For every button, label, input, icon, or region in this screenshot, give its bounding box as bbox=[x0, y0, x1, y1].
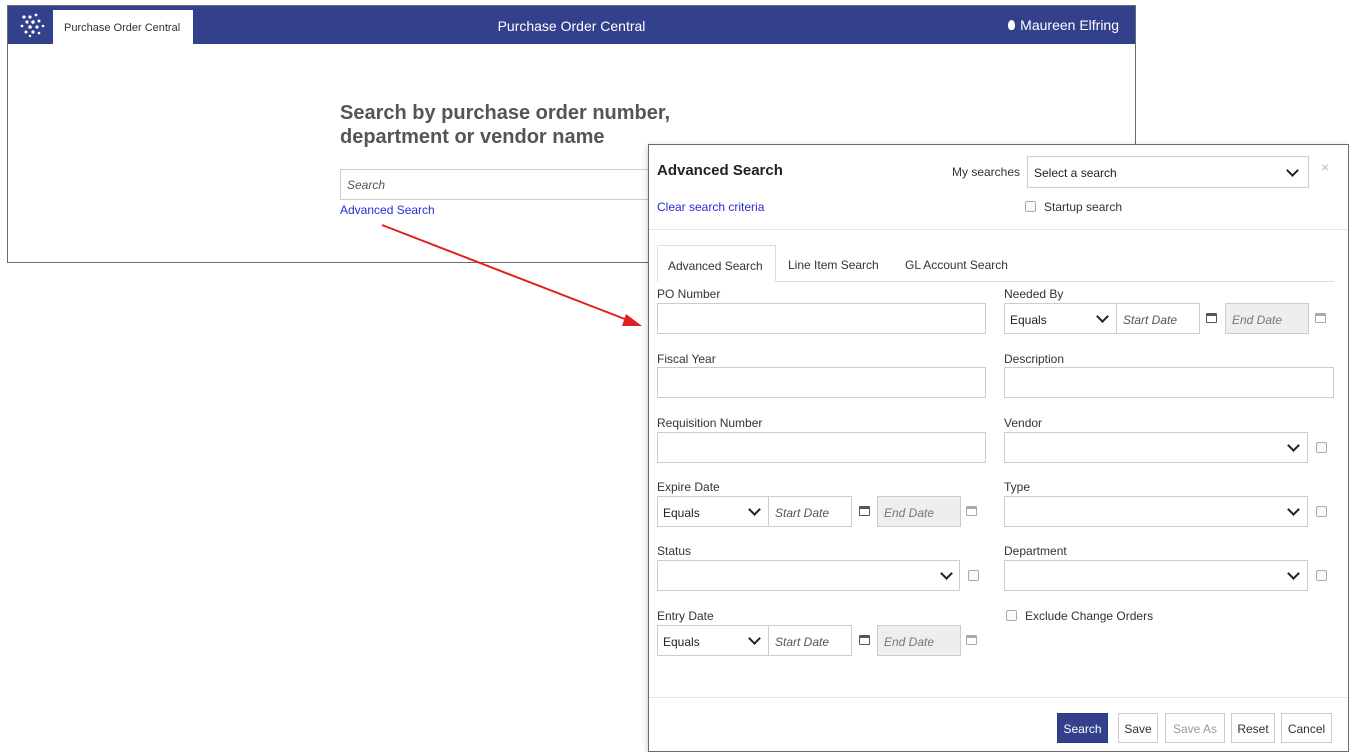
calendar-icon[interactable] bbox=[1315, 313, 1326, 323]
exclude-change-orders-label: Exclude Change Orders bbox=[1025, 609, 1154, 623]
chevron-down-icon bbox=[748, 632, 761, 645]
divider bbox=[649, 697, 1348, 698]
startup-search-checkbox[interactable]: Startup search bbox=[1025, 200, 1122, 214]
needed-by-end-input[interactable]: End Date bbox=[1225, 303, 1309, 334]
advanced-search-modal: Advanced Search My searches Select a sea… bbox=[648, 144, 1349, 752]
description-input[interactable] bbox=[1004, 367, 1334, 398]
needed-by-start-input[interactable]: Start Date bbox=[1116, 303, 1200, 334]
app-title: Purchase Order Central bbox=[497, 18, 646, 34]
save-as-button[interactable]: Save As bbox=[1165, 713, 1225, 743]
expire-date-end-input[interactable]: End Date bbox=[877, 496, 961, 527]
description-label: Description bbox=[1004, 352, 1065, 366]
po-number-input[interactable] bbox=[657, 303, 986, 334]
divider bbox=[649, 229, 1348, 230]
my-searches-label: My searches bbox=[952, 165, 1021, 179]
type-select[interactable] bbox=[1004, 496, 1308, 527]
entry-date-end-input[interactable]: End Date bbox=[877, 625, 961, 656]
department-label: Department bbox=[1004, 544, 1067, 558]
modal-title: Advanced Search bbox=[657, 162, 783, 179]
tab-gl-account-search[interactable]: GL Account Search bbox=[895, 245, 1025, 282]
user-name: Maureen Elfring bbox=[1020, 17, 1119, 33]
department-select[interactable] bbox=[1004, 560, 1308, 591]
calendar-icon[interactable] bbox=[966, 635, 977, 645]
requisition-number-input[interactable] bbox=[657, 432, 986, 463]
calendar-icon[interactable] bbox=[1206, 313, 1217, 323]
expire-date-start-input[interactable]: Start Date bbox=[768, 496, 852, 527]
chevron-down-icon bbox=[1286, 164, 1299, 177]
user-icon bbox=[1008, 20, 1016, 30]
operator-value: Equals bbox=[1010, 313, 1047, 327]
chevron-down-icon bbox=[748, 503, 761, 516]
cancel-button[interactable]: Cancel bbox=[1281, 713, 1332, 743]
tab-line-item-search[interactable]: Line Item Search bbox=[778, 245, 896, 282]
entry-date-start-input[interactable]: Start Date bbox=[768, 625, 852, 656]
status-label: Status bbox=[657, 544, 692, 558]
clear-search-criteria-link[interactable]: Clear search criteria bbox=[657, 200, 764, 214]
search-tabs: Advanced Search Line Item Search GL Acco… bbox=[657, 245, 1334, 282]
calendar-icon[interactable] bbox=[859, 506, 870, 516]
requisition-number-label: Requisition Number bbox=[657, 416, 763, 430]
entry-date-label: Entry Date bbox=[657, 609, 714, 623]
vendor-select[interactable] bbox=[1004, 432, 1308, 463]
search-input[interactable]: Search bbox=[340, 169, 660, 200]
status-checkbox[interactable] bbox=[968, 570, 979, 581]
chevron-down-icon bbox=[940, 567, 953, 580]
search-heading: Search by purchase order number, departm… bbox=[340, 101, 760, 149]
close-icon[interactable]: × bbox=[1321, 159, 1329, 175]
vendor-label: Vendor bbox=[1004, 416, 1043, 430]
my-searches-value: Select a search bbox=[1034, 166, 1117, 180]
status-select[interactable] bbox=[657, 560, 960, 591]
exclude-change-orders-checkbox[interactable]: Exclude Change Orders bbox=[1006, 609, 1153, 623]
red-arrow bbox=[381, 224, 642, 326]
fiscal-year-label: Fiscal Year bbox=[657, 352, 716, 366]
expire-date-label: Expire Date bbox=[657, 480, 720, 494]
calendar-icon[interactable] bbox=[859, 635, 870, 645]
expire-date-operator-select[interactable]: Equals bbox=[657, 496, 769, 527]
entry-date-operator-select[interactable]: Equals bbox=[657, 625, 769, 656]
needed-by-operator-select[interactable]: Equals bbox=[1004, 303, 1117, 334]
operator-value: Equals bbox=[663, 635, 700, 649]
chevron-down-icon bbox=[1096, 310, 1109, 323]
startup-search-label: Startup search bbox=[1044, 200, 1123, 214]
chevron-down-icon bbox=[1287, 439, 1300, 452]
search-button[interactable]: Search bbox=[1057, 713, 1108, 743]
user-menu[interactable]: Maureen Elfring bbox=[1008, 17, 1119, 33]
type-label: Type bbox=[1004, 480, 1031, 494]
save-button[interactable]: Save bbox=[1118, 713, 1158, 743]
checkbox-icon[interactable] bbox=[1025, 201, 1036, 212]
my-searches-select[interactable]: Select a search bbox=[1027, 156, 1309, 188]
search-heading-line1: Search by purchase order number, bbox=[340, 102, 671, 124]
chevron-down-icon bbox=[1287, 503, 1300, 516]
po-number-label: PO Number bbox=[657, 287, 721, 301]
chevron-down-icon bbox=[1287, 567, 1300, 580]
type-checkbox[interactable] bbox=[1316, 506, 1327, 517]
advanced-search-link[interactable]: Advanced Search bbox=[340, 203, 435, 217]
reset-button[interactable]: Reset bbox=[1231, 713, 1275, 743]
operator-value: Equals bbox=[663, 506, 700, 520]
checkbox-icon[interactable] bbox=[1006, 610, 1017, 621]
department-checkbox[interactable] bbox=[1316, 570, 1327, 581]
tab-advanced-search[interactable]: Advanced Search bbox=[657, 245, 776, 282]
vendor-checkbox[interactable] bbox=[1316, 442, 1327, 453]
fiscal-year-input[interactable] bbox=[657, 367, 986, 398]
calendar-icon[interactable] bbox=[966, 506, 977, 516]
needed-by-label: Needed By bbox=[1004, 287, 1064, 301]
app-header: Purchase Order Central Purchase Order Ce… bbox=[8, 6, 1135, 44]
